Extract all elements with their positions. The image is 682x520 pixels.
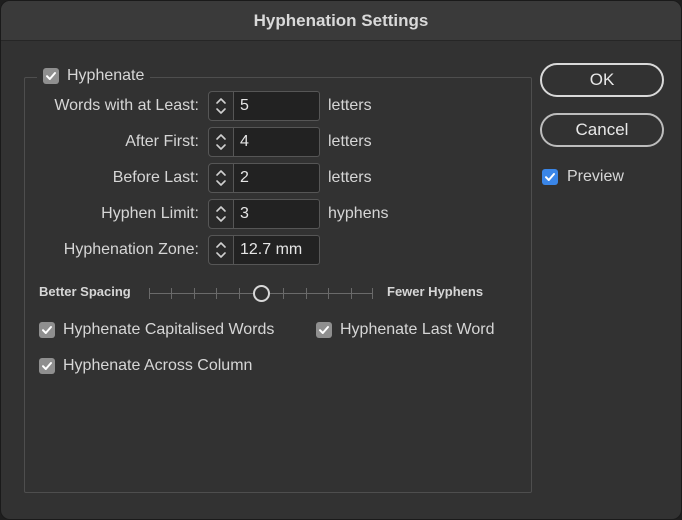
slider-tick: [351, 288, 352, 299]
hyphenate-label: Hyphenate: [67, 67, 145, 84]
hyphenate-across-column-checkbox[interactable]: [39, 358, 55, 374]
fewer-hyphens-label: Fewer Hyphens: [387, 284, 484, 299]
checkmark-icon: [42, 326, 52, 334]
cancel-button[interactable]: Cancel: [540, 113, 664, 147]
hyphenation-zone-stepper[interactable]: [208, 235, 234, 265]
slider-tick: [328, 288, 329, 299]
after-first-stepper[interactable]: [208, 127, 234, 157]
stepper-arrows-icon: [216, 206, 226, 222]
slider-tick: [171, 288, 172, 299]
slider-tick: [194, 288, 195, 299]
slider-tick: [372, 288, 373, 299]
hyphen-limit-label: Hyphen Limit:: [101, 205, 199, 222]
hyphen-limit-unit: hyphens: [328, 205, 389, 222]
hyphenate-across-column-label: Hyphenate Across Column: [63, 357, 253, 374]
stepper-arrows-icon: [216, 170, 226, 186]
before-last-stepper[interactable]: [208, 163, 234, 193]
slider-tick: [283, 288, 284, 299]
hyphenate-capitalised-label: Hyphenate Capitalised Words: [63, 321, 275, 338]
dialog-title: Hyphenation Settings: [253, 10, 429, 30]
hyphenate-capitalised-checkbox[interactable]: [39, 322, 55, 338]
hyphenate-last-word-option[interactable]: Hyphenate Last Word: [316, 320, 494, 340]
before-last-input[interactable]: 2: [234, 163, 320, 193]
preview-option[interactable]: Preview: [542, 167, 624, 187]
slider-tick: [149, 288, 150, 299]
hyphenate-capitalised-option[interactable]: Hyphenate Capitalised Words: [39, 320, 274, 340]
words-at-least-label: Words with at Least:: [54, 97, 199, 114]
checkmark-icon: [319, 326, 329, 334]
hyphenate-last-word-checkbox[interactable]: [316, 322, 332, 338]
slider-tick: [216, 288, 217, 299]
preview-checkbox[interactable]: [542, 169, 558, 185]
before-last-label: Before Last:: [112, 169, 199, 186]
hyphenation-zone-label: Hyphenation Zone:: [63, 241, 199, 258]
words-at-least-stepper[interactable]: [208, 91, 234, 121]
hyphenate-across-column-option[interactable]: Hyphenate Across Column: [39, 356, 252, 376]
after-first-label: After First:: [125, 133, 199, 150]
spacing-slider-thumb[interactable]: [252, 285, 270, 302]
stepper-arrows-icon: [216, 98, 226, 114]
hyphen-limit-stepper[interactable]: [208, 199, 234, 229]
stepper-arrows-icon: [216, 242, 226, 258]
stepper-arrows-icon: [216, 134, 226, 150]
preview-label: Preview: [567, 168, 624, 185]
checkmark-icon: [46, 72, 56, 80]
after-first-input[interactable]: 4: [234, 127, 320, 157]
hyphenation-settings-dialog: Hyphenation Settings Hyphenate Words wit…: [0, 0, 682, 520]
checkmark-icon: [545, 173, 555, 181]
better-spacing-label: Better Spacing: [39, 284, 131, 299]
after-first-unit: letters: [328, 133, 372, 150]
slider-tick: [239, 288, 240, 299]
hyphen-limit-input[interactable]: 3: [234, 199, 320, 229]
slider-tick: [306, 288, 307, 299]
hyphenate-last-word-label: Hyphenate Last Word: [340, 321, 495, 338]
words-at-least-input[interactable]: 5: [234, 91, 320, 121]
words-at-least-unit: letters: [328, 97, 372, 114]
title-bar[interactable]: Hyphenation Settings: [1, 1, 681, 41]
before-last-unit: letters: [328, 169, 372, 186]
checkmark-icon: [42, 362, 52, 370]
ok-button[interactable]: OK: [540, 63, 664, 97]
hyphenate-toggle[interactable]: Hyphenate: [37, 66, 151, 86]
hyphenation-zone-input[interactable]: 12.7 mm: [234, 235, 320, 265]
hyphenate-checkbox[interactable]: [43, 68, 59, 84]
